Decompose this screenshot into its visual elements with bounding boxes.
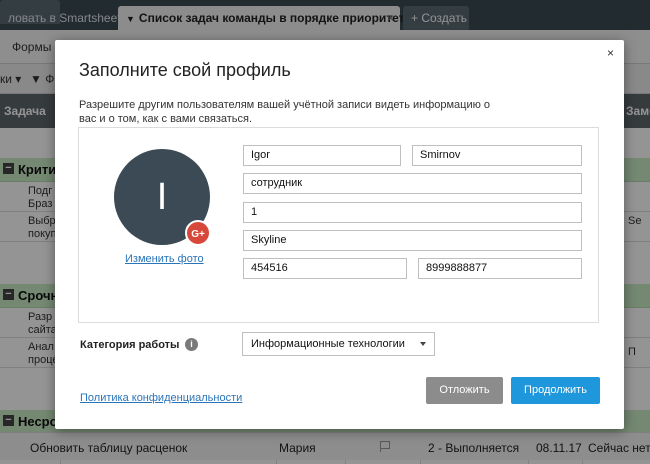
job-category-label: Категория работы	[80, 339, 180, 351]
dialog-title: Заполните свой профиль	[79, 60, 291, 80]
work-phone-field[interactable]: 454516	[243, 258, 407, 279]
mobile-phone-field[interactable]: 8999888877	[418, 258, 582, 279]
change-photo-link[interactable]: Изменить фото	[125, 253, 204, 265]
chevron-down-icon	[420, 342, 426, 346]
profile-panel: I G+ Изменить фото Igor Smirnov сотрудни…	[78, 127, 599, 323]
continue-button[interactable]: Продолжить	[511, 377, 600, 404]
profile-dialog: × Заполните свой профиль Разрешите други…	[55, 40, 624, 429]
postpone-button[interactable]: Отложить	[426, 377, 503, 404]
last-name-field[interactable]: Smirnov	[412, 145, 582, 166]
close-icon[interactable]: ×	[607, 46, 614, 60]
google-plus-icon[interactable]: G+	[185, 220, 211, 246]
info-icon[interactable]: i	[185, 338, 198, 351]
company-field[interactable]: Skyline	[243, 230, 582, 251]
privacy-policy-link[interactable]: Политика конфиденциальности	[80, 392, 242, 404]
first-name-field[interactable]: Igor	[243, 145, 401, 166]
dialog-description: Разрешите другим пользователям вашей учё…	[79, 99, 491, 125]
job-category-value: Информационные технологии	[251, 338, 405, 350]
department-field[interactable]: 1	[243, 202, 582, 223]
job-category-select[interactable]: Информационные технологии	[242, 332, 435, 356]
job-title-field[interactable]: сотрудник	[243, 173, 582, 194]
